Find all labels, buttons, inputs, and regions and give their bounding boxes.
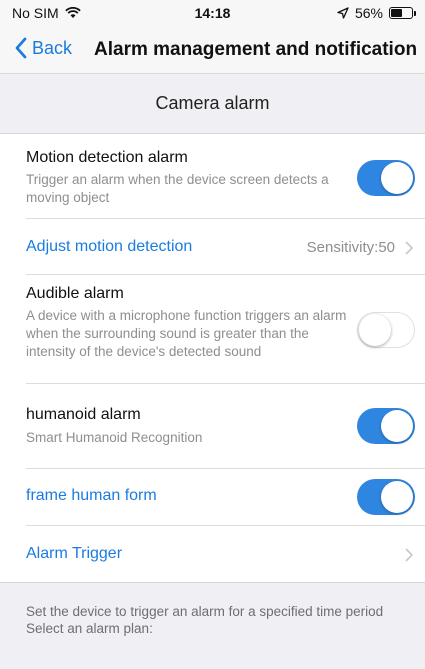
chevron-left-icon (15, 37, 27, 59)
audible-alarm-toggle[interactable] (357, 312, 415, 348)
status-bar: No SIM 14:18 56% (0, 0, 425, 26)
row-audible-alarm: Audible alarm A device with a microphone… (0, 275, 425, 383)
battery-icon (389, 7, 416, 19)
motion-alarm-toggle[interactable] (357, 160, 415, 196)
audible-alarm-desc: A device with a microphone function trig… (26, 308, 347, 359)
humanoid-alarm-title: humanoid alarm (26, 406, 141, 423)
adjust-motion-title: Adjust motion detection (26, 238, 193, 255)
nav-bar: Back Alarm management and notification (0, 26, 425, 74)
alarm-trigger-title: Alarm Trigger (26, 545, 123, 562)
audible-alarm-title: Audible alarm (26, 285, 124, 302)
toggle-knob (381, 162, 413, 194)
row-humanoid-alarm: humanoid alarm Smart Humanoid Recognitio… (0, 384, 425, 468)
section-header: Camera alarm (0, 74, 425, 134)
row-alarm-trigger[interactable]: Alarm Trigger (0, 526, 425, 582)
sensitivity-value: Sensitivity:50 (306, 239, 395, 256)
footer-line-1: Set the device to trigger an alarm for a… (26, 604, 384, 619)
row-motion-detection: Motion detection alarm Trigger an alarm … (0, 134, 425, 218)
chevron-right-icon (405, 548, 413, 562)
humanoid-alarm-toggle[interactable] (357, 408, 415, 444)
page-title: Alarm management and notification (94, 39, 418, 60)
toggle-knob (381, 410, 413, 442)
footer-text: Set the device to trigger an alarm for a… (26, 603, 386, 637)
status-right: 56% (337, 5, 416, 21)
chevron-right-icon (405, 241, 413, 255)
back-label: Back (32, 37, 73, 58)
humanoid-alarm-desc: Smart Humanoid Recognition (26, 430, 203, 445)
row-frame-human-form: frame human form (0, 469, 425, 525)
footer-section: Set the device to trigger an alarm for a… (0, 582, 425, 669)
motion-alarm-desc: Trigger an alarm when the device screen … (26, 172, 329, 205)
toggle-knob (359, 314, 391, 346)
toggle-knob (381, 481, 413, 513)
frame-human-form-toggle[interactable] (357, 479, 415, 515)
battery-fill (391, 9, 402, 17)
location-arrow-icon (337, 7, 349, 19)
battery-percent: 56% (354, 5, 383, 21)
back-button[interactable]: Back (14, 37, 72, 59)
frame-human-form-title: frame human form (26, 487, 157, 504)
footer-line-2: Select an alarm plan: (26, 621, 153, 636)
row-adjust-motion[interactable]: Adjust motion detection Sensitivity:50 (0, 219, 425, 274)
motion-alarm-title: Motion detection alarm (26, 149, 188, 166)
